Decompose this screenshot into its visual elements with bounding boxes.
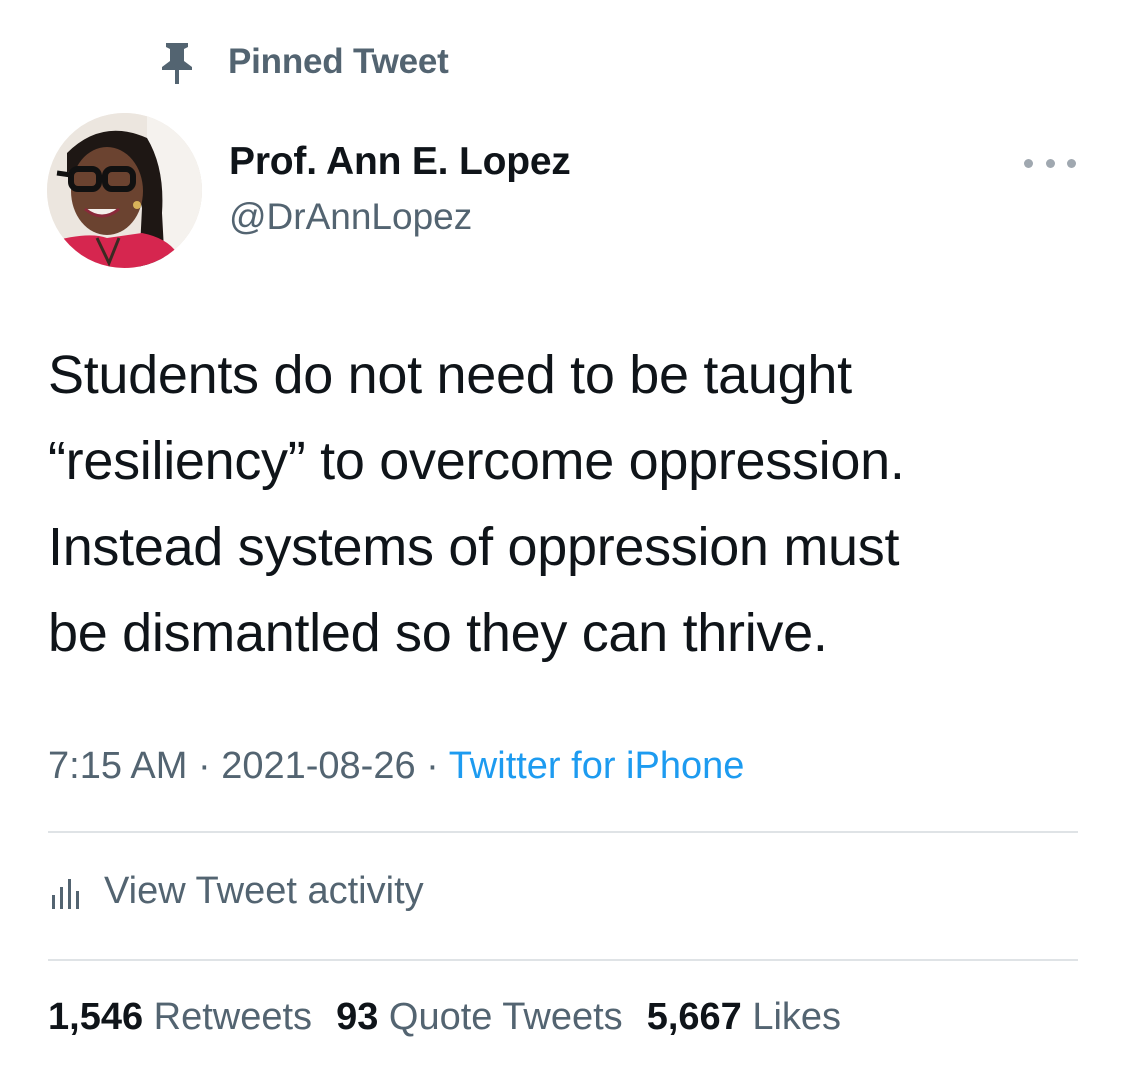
- likes-label: Likes: [752, 996, 842, 1038]
- more-options-button[interactable]: [1024, 150, 1076, 176]
- likes-count: 5,667: [646, 996, 742, 1038]
- meta-separator: ·: [187, 745, 222, 787]
- view-tweet-activity-label: View Tweet activity: [104, 869, 424, 912]
- analytics-bars-icon: [52, 879, 79, 909]
- retweets-count: 1,546: [48, 996, 144, 1038]
- more-horizontal-icon-dot: [1067, 158, 1076, 168]
- pin-icon: [162, 43, 192, 84]
- divider: [48, 959, 1078, 961]
- pinned-tweet-indicator: Pinned Tweet: [152, 36, 449, 88]
- author-display-name[interactable]: Prof. Ann E. Lopez: [229, 140, 571, 184]
- view-tweet-activity-button[interactable]: View Tweet activity: [50, 866, 424, 916]
- likes-stat[interactable]: 5,667 Likes: [647, 996, 841, 1039]
- retweets-label: Retweets: [153, 996, 313, 1038]
- quote-tweets-stat[interactable]: 93 Quote Tweets: [336, 996, 623, 1039]
- profile-photo: [47, 113, 202, 268]
- tweet-source-link[interactable]: Twitter for iPhone: [449, 745, 745, 787]
- tweet-text-line: “resiliency” to overcome oppression.: [48, 431, 905, 491]
- meta-separator: ·: [415, 745, 449, 787]
- pinned-tweet-label: Pinned Tweet: [228, 42, 449, 81]
- quote-tweets-label: Quote Tweets: [388, 996, 623, 1038]
- tweet-text-line: Instead systems of oppression must: [48, 517, 900, 577]
- tweet-metadata: 7:15 AM · 2021-08-26 · Twitter for iPhon…: [48, 745, 744, 788]
- tweet-text-line: be dismantled so they can thrive.: [48, 603, 828, 663]
- quote-tweets-count: 93: [336, 996, 379, 1038]
- avatar[interactable]: [47, 113, 202, 268]
- more-horizontal-icon-dot: [1045, 158, 1055, 168]
- tweet-date[interactable]: 2021-08-26: [221, 745, 415, 787]
- author-handle[interactable]: @DrAnnLopez: [229, 196, 472, 238]
- tweet-stats: 1,546 Retweets 93 Quote Tweets 5,667 Lik…: [48, 996, 865, 1039]
- more-horizontal-icon-dot: [1024, 158, 1033, 168]
- tweet-text-line: Students do not need to be taught: [48, 345, 852, 405]
- divider: [48, 831, 1078, 833]
- retweets-stat[interactable]: 1,546 Retweets: [48, 996, 312, 1039]
- tweet-text: Students do not need to be taught “resil…: [48, 332, 1108, 676]
- tweet-time[interactable]: 7:15 AM: [48, 745, 187, 787]
